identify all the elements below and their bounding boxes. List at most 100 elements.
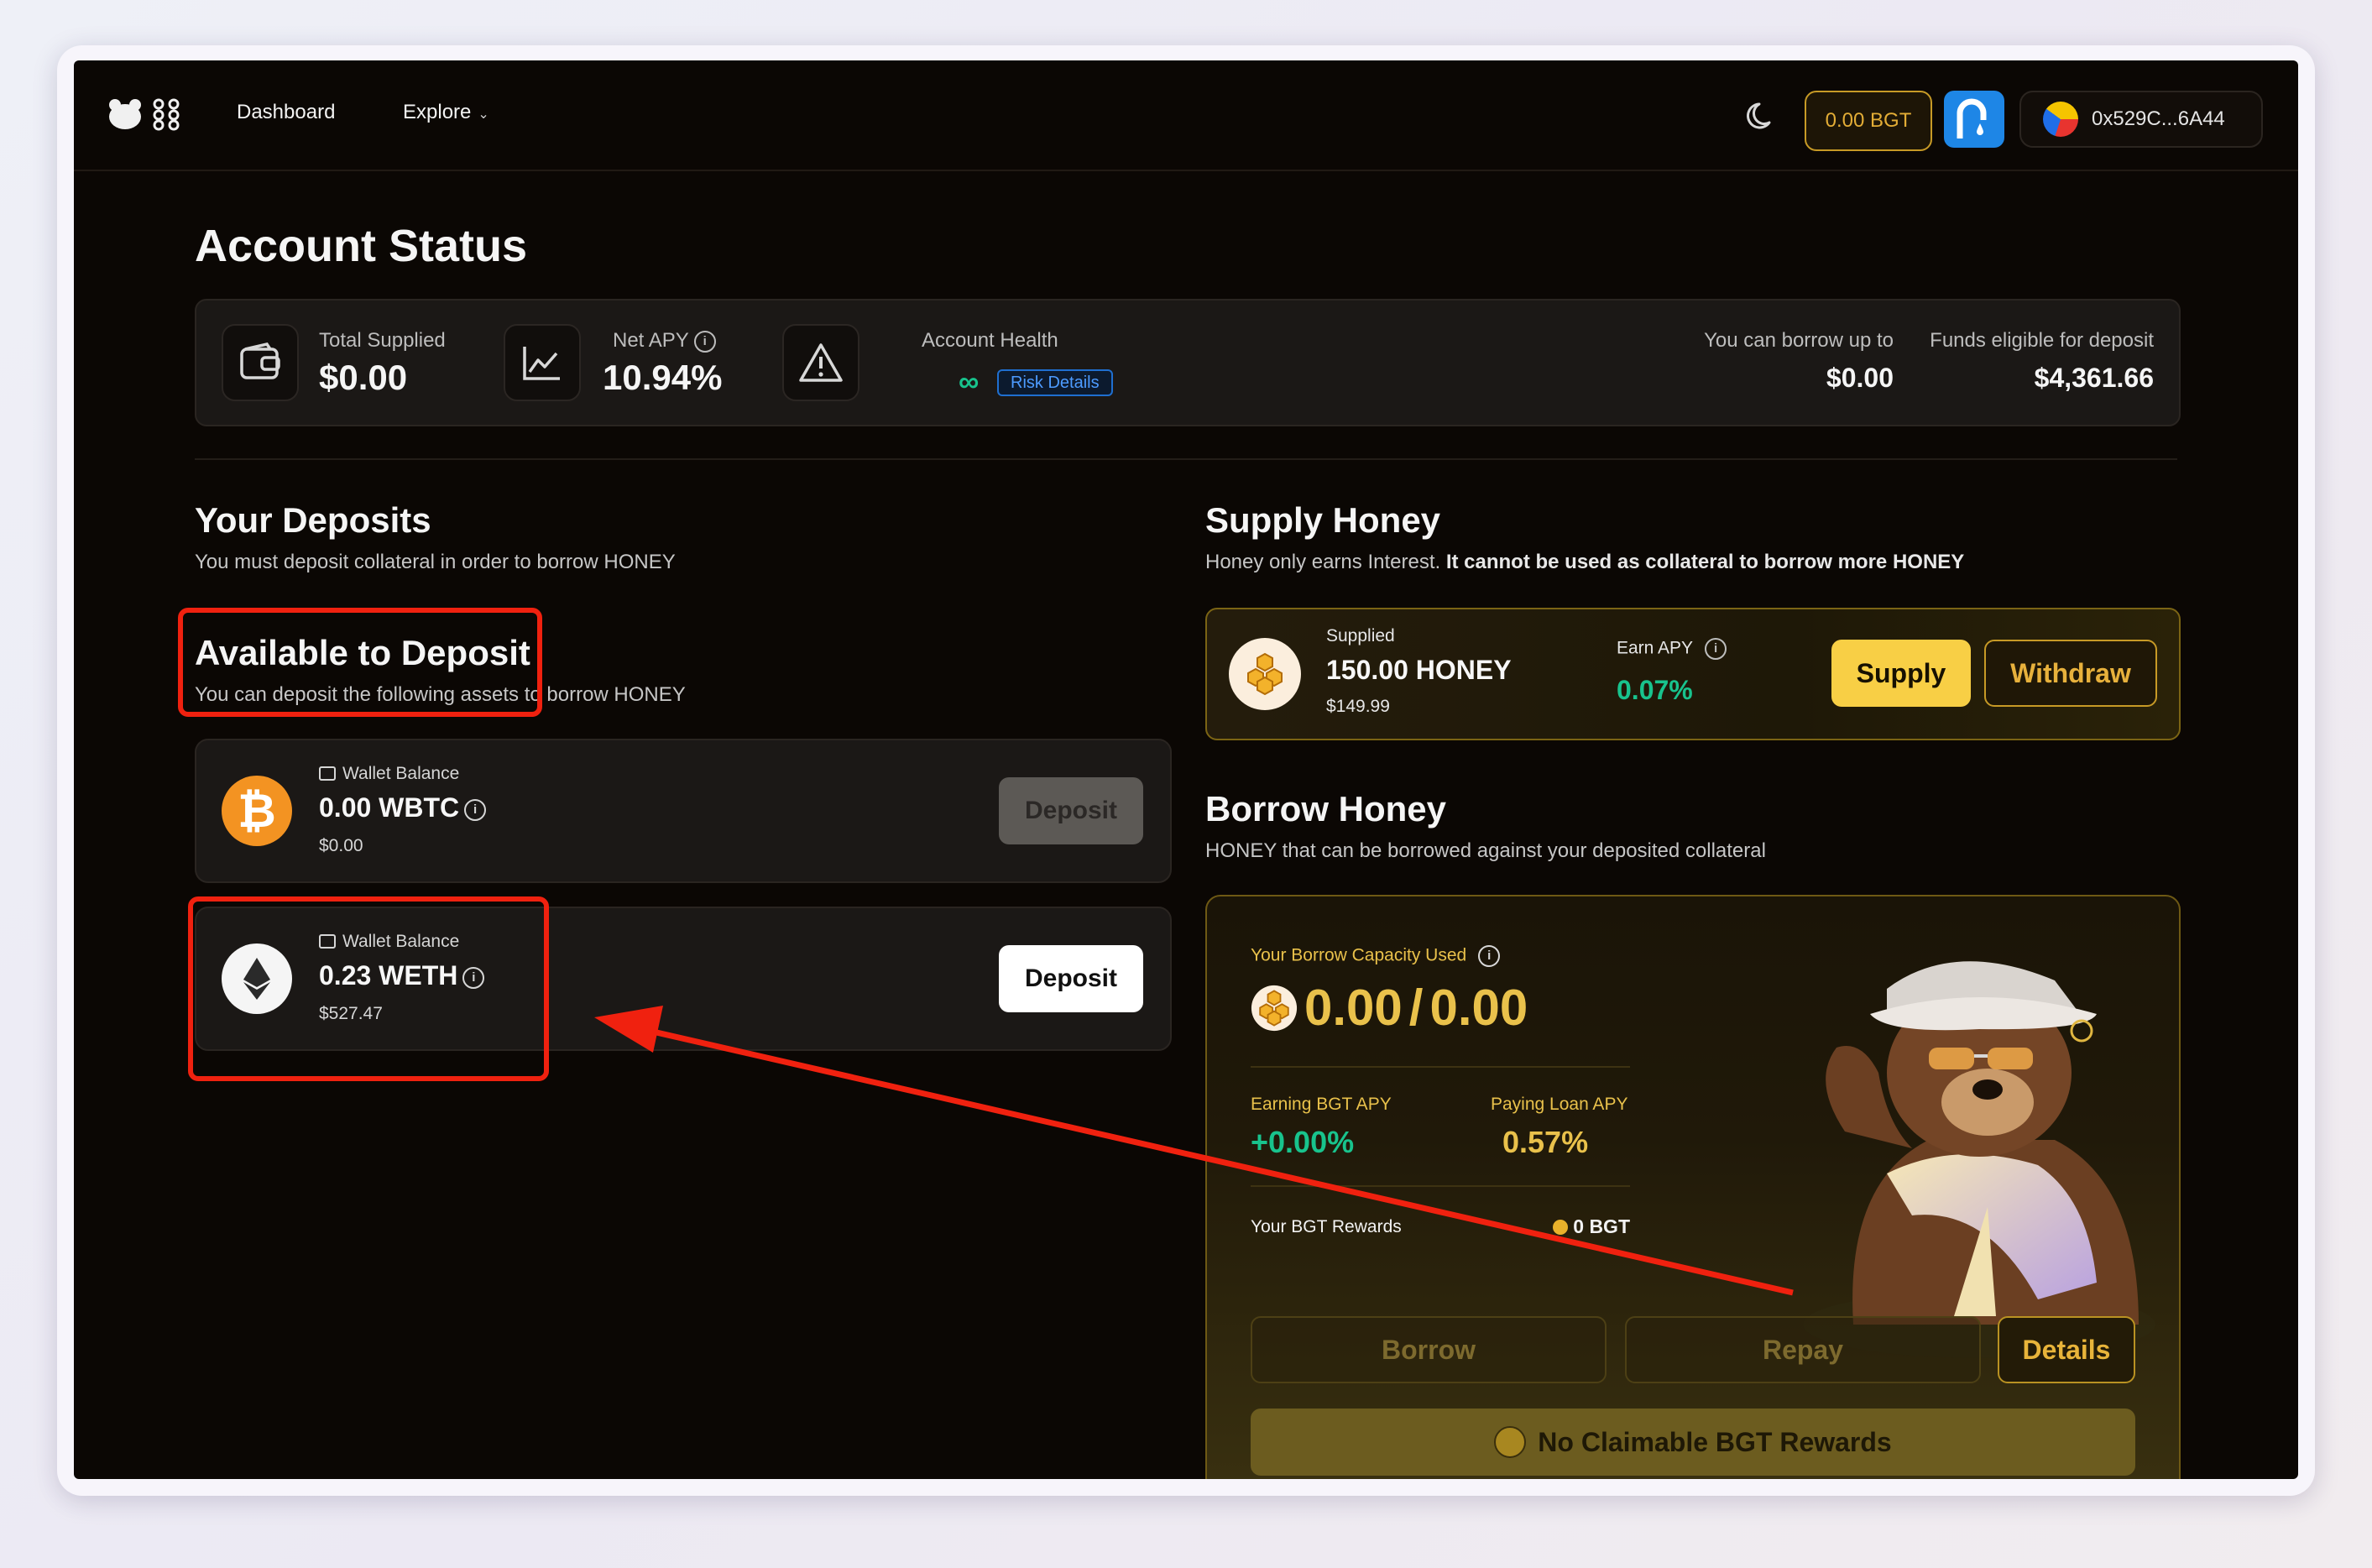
wallet-icon xyxy=(240,342,280,379)
net-apy-label: Net APY xyxy=(613,329,689,352)
nav-explore-label: Explore xyxy=(403,101,472,123)
info-icon[interactable]: i xyxy=(1705,638,1727,660)
supplied-usd: $149.99 xyxy=(1326,697,1390,716)
rewards-label: Your BGT Rewards xyxy=(1251,1217,1402,1236)
supply-subtitle-plain: Honey only earns Interest. xyxy=(1205,551,1441,573)
deposit-wbtc-button[interactable]: Deposit xyxy=(999,777,1143,844)
supply-title: Supply Honey xyxy=(1205,500,1441,540)
withdraw-button[interactable]: Withdraw xyxy=(1984,640,2157,707)
bear-icon xyxy=(109,99,141,129)
info-icon[interactable]: i xyxy=(693,330,716,353)
divider-line xyxy=(1251,1066,1630,1068)
borrow-button[interactable]: Borrow xyxy=(1251,1316,1607,1383)
wallet-balance-label-row: Wallet Balance xyxy=(319,764,459,784)
info-icon[interactable]: i xyxy=(462,966,485,989)
ethereum-icon xyxy=(222,943,292,1014)
earn-apy-value: 0.07% xyxy=(1617,675,1693,705)
capacity-label-row: Your Borrow Capacity Used i xyxy=(1251,945,1501,967)
info-icon[interactable]: i xyxy=(1478,945,1501,967)
details-button[interactable]: Details xyxy=(1998,1316,2135,1383)
supply-subtitle-bold: It cannot be used as collateral to borro… xyxy=(1445,551,1965,573)
borrow-up-to-label: You can borrow up to xyxy=(1704,329,1894,352)
wbtc-usd: $0.00 xyxy=(319,836,363,855)
earning-bgt-label: Earning BGT APY xyxy=(1251,1095,1392,1114)
repay-button[interactable]: Repay xyxy=(1625,1316,1981,1383)
chevron-down-icon: ⌄ xyxy=(478,107,489,122)
borrow-title: Borrow Honey xyxy=(1205,789,1447,828)
warning-icon-tile xyxy=(782,324,859,401)
honey-icon xyxy=(1251,985,1298,1031)
borrow-up-to-value: $0.00 xyxy=(1826,363,1894,393)
deposit-weth-button[interactable]: Deposit xyxy=(999,945,1143,1012)
honey-drops-icon xyxy=(153,98,180,131)
bee-icon xyxy=(1494,1426,1527,1458)
wallet-icon-tile xyxy=(222,324,299,401)
bgt-balance-button[interactable]: 0.00 BGT xyxy=(1805,91,1932,151)
supply-honey-card: Supplied 150.00 HONEY $149.99 Earn APY i … xyxy=(1205,608,2181,740)
chart-icon-tile xyxy=(504,324,581,401)
total-supplied-value: $0.00 xyxy=(319,358,408,397)
wbtc-amount-row: 0.00 WBTC i xyxy=(319,792,487,823)
bear-mascot-illustration xyxy=(1803,961,2155,1358)
earning-bgt-value: +0.00% xyxy=(1251,1125,1355,1159)
warning-icon xyxy=(799,343,843,382)
risk-details-button[interactable]: Risk Details xyxy=(997,369,1113,396)
divider-line xyxy=(1251,1185,1630,1187)
weth-usd: $527.47 xyxy=(319,1004,383,1023)
capacity-used: 0.00 xyxy=(1304,980,1403,1036)
nav-explore[interactable]: Explore ⌄ xyxy=(403,101,489,124)
wallet-balance-label: Wallet Balance xyxy=(342,932,460,951)
deposit-row-wbtc: ₿ Wallet Balance 0.00 WBTC i $0.00 Deposi… xyxy=(195,739,1172,883)
weth-amount-row: 0.23 WETH i xyxy=(319,960,485,991)
page-title: Account Status xyxy=(195,221,528,271)
capacity-value: 0.00 / 0.00 xyxy=(1251,979,1528,1037)
supplied-label: Supplied xyxy=(1326,626,1395,645)
earn-apy-label-row: Earn APY i xyxy=(1617,638,1727,660)
bgt-coin-icon xyxy=(1553,1220,1569,1235)
app-window: Dashboard Explore ⌄ 0.00 BGT 0x529C...6A4… xyxy=(74,60,2298,1479)
faucet-button[interactable] xyxy=(1944,91,2004,148)
wallet-balance-label: Wallet Balance xyxy=(342,764,460,783)
faucet-icon xyxy=(1957,98,1987,139)
earn-apy-label: Earn APY xyxy=(1617,638,1694,658)
funds-eligible-label: Funds eligible for deposit xyxy=(1930,329,2154,352)
account-health-label: Account Health xyxy=(922,329,1058,352)
rewards-value-row: 0 BGT xyxy=(1546,1215,1630,1238)
capacity-label: Your Borrow Capacity Used xyxy=(1251,945,1467,965)
paying-loan-value: 0.57% xyxy=(1502,1125,1589,1159)
supply-subtitle: Honey only earns Interest. It cannot be … xyxy=(1205,551,1964,574)
capacity-separator: / xyxy=(1408,980,1424,1036)
borrow-honey-card: Your Borrow Capacity Used i 0.00 / 0.00 E… xyxy=(1205,895,2181,1479)
section-divider xyxy=(195,458,2177,460)
info-icon[interactable]: i xyxy=(464,798,487,821)
net-apy-value: 10.94% xyxy=(603,358,723,397)
nav-dashboard[interactable]: Dashboard xyxy=(237,101,335,124)
capacity-total: 0.00 xyxy=(1429,980,1528,1036)
wallet-avatar xyxy=(2043,102,2078,137)
weth-amount: 0.23 WETH xyxy=(319,960,458,990)
total-supplied-label: Total Supplied xyxy=(319,329,446,352)
top-nav: Dashboard Explore ⌄ 0.00 BGT 0x529C...6A4… xyxy=(74,60,2298,171)
moon-icon[interactable] xyxy=(1744,97,1781,134)
small-wallet-icon xyxy=(319,766,336,781)
net-apy-label-row: Net APY i xyxy=(613,329,716,353)
claim-rewards-button[interactable]: No Claimable BGT Rewards xyxy=(1251,1409,2135,1476)
deposit-row-weth: Wallet Balance 0.23 WETH i $527.47 Deposi… xyxy=(195,907,1172,1051)
available-title: Available to Deposit xyxy=(195,633,530,672)
wallet-balance-label-row: Wallet Balance xyxy=(319,932,459,952)
wallet-address: 0x529C...6A44 xyxy=(2092,107,2225,130)
bgt-balance-text: 0.00 BGT xyxy=(1825,109,1912,132)
account-status-card: Total Supplied $0.00 Net APY i 10.94% Acc… xyxy=(195,299,2181,426)
wallet-connect-button[interactable]: 0x529C...6A44 xyxy=(2019,91,2263,148)
paying-loan-label: Paying Loan APY xyxy=(1491,1095,1628,1114)
honey-icon xyxy=(1229,638,1301,710)
bera-logo[interactable] xyxy=(107,97,181,131)
deposits-title: Your Deposits xyxy=(195,500,431,540)
supply-button[interactable]: Supply xyxy=(1831,640,1971,707)
deposits-subtitle: You must deposit collateral in order to … xyxy=(195,551,676,573)
small-wallet-icon xyxy=(319,934,336,949)
rewards-value: 0 BGT xyxy=(1573,1215,1630,1237)
claim-text: No Claimable BGT Rewards xyxy=(1538,1426,1892,1457)
funds-eligible-value: $4,361.66 xyxy=(2034,363,2154,393)
wbtc-amount: 0.00 WBTC xyxy=(319,792,460,823)
